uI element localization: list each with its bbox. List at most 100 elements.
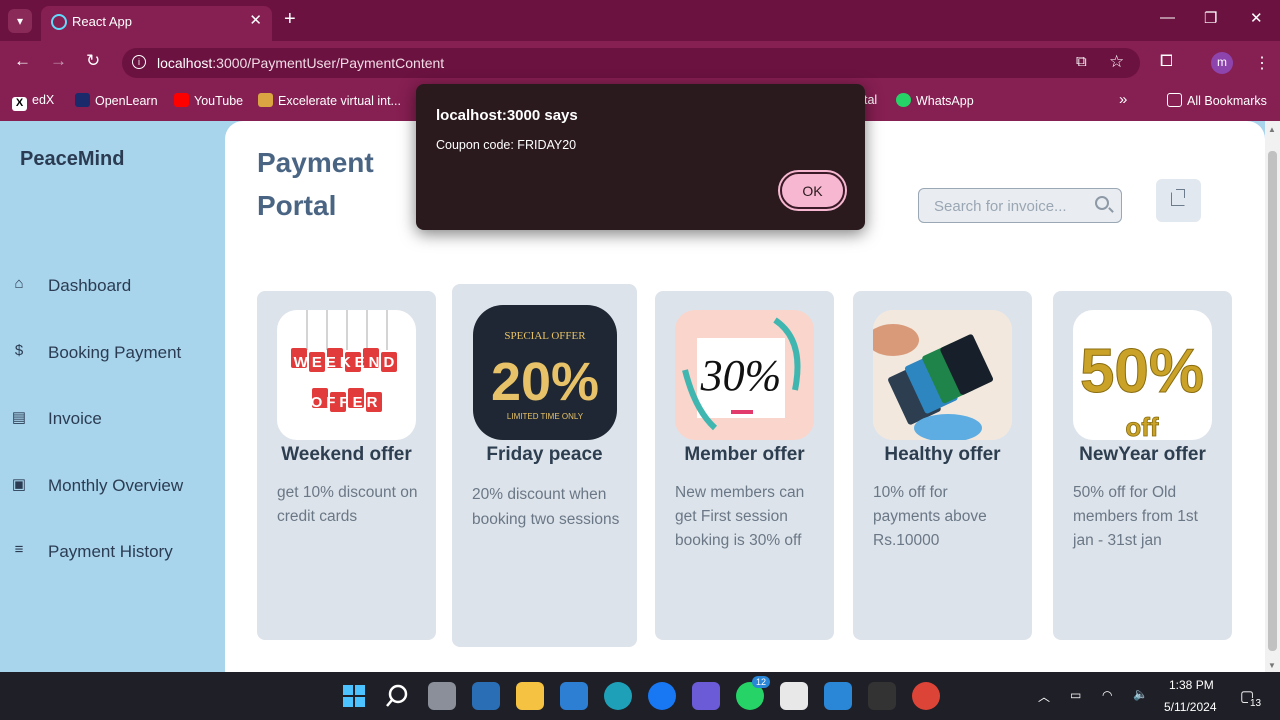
sidebar-item-monthly-overview[interactable]: ▣ Monthly Overview: [0, 467, 225, 507]
logout-button[interactable]: [1156, 179, 1201, 222]
svg-text:off: off: [1125, 412, 1159, 440]
task-view-icon[interactable]: [428, 682, 456, 710]
whatsapp-taskbar-icon[interactable]: 12: [736, 676, 771, 710]
tray-overflow-icon[interactable]: ︿: [1038, 688, 1050, 705]
scroll-up-icon[interactable]: ▲: [1268, 125, 1276, 134]
newyear-offer-image: 50% off: [1073, 310, 1212, 440]
sidebar-item-booking-payment[interactable]: $ Booking Payment: [0, 334, 225, 374]
weekend-offer-image: WEEKEND OFFER: [277, 310, 416, 440]
card-description: get 10% discount on credit cards: [277, 484, 418, 525]
menu-icon[interactable]: ⋮: [1254, 53, 1270, 73]
sidebar: PeaceMind ⌂ Dashboard $ Booking Payment …: [0, 121, 225, 672]
card-title: NewYear offer: [1079, 444, 1206, 465]
history-icon: ≡: [14, 541, 24, 558]
member-offer-image: 30%: [675, 310, 814, 440]
sidebar-item-label: Monthly Overview: [48, 476, 184, 495]
svg-text:WEEKEND: WEEKEND: [294, 354, 399, 371]
minimize-icon[interactable]: —: [1160, 9, 1175, 26]
battery-icon[interactable]: ▭: [1070, 688, 1081, 702]
svg-text:OFFER: OFFER: [311, 394, 382, 411]
bookmarks-overflow-icon[interactable]: »: [1119, 91, 1127, 108]
search-placeholder: Search for invoice...: [934, 198, 1067, 215]
alert-dialog: localhost:3000 says Coupon code: FRIDAY2…: [416, 84, 865, 230]
terminal-icon[interactable]: [868, 682, 896, 710]
offer-card-healthy[interactable]: Healthy offer 10% off for payments above…: [853, 291, 1032, 640]
edge-icon[interactable]: [604, 682, 632, 710]
svg-text:20%: 20%: [491, 352, 599, 412]
extensions-icon[interactable]: ⧠: [1160, 53, 1173, 71]
card-description: 50% off for Old members from 1st jan - 3…: [1073, 484, 1198, 549]
bookmark-excelerate[interactable]: Excelerate virtual int...: [258, 93, 401, 108]
scrollbar-thumb[interactable]: [1268, 151, 1277, 651]
close-tab-icon[interactable]: ✕: [249, 11, 262, 29]
clock-date[interactable]: 5/11/2024: [1164, 700, 1217, 714]
file-explorer-icon[interactable]: [516, 682, 544, 710]
svg-text:LIMITED TIME ONLY: LIMITED TIME ONLY: [507, 412, 584, 421]
bookmark-edx[interactable]: XedX: [12, 93, 54, 111]
volume-icon[interactable]: 🔈: [1133, 687, 1148, 701]
notification-count: 13: [1248, 698, 1264, 709]
store-icon[interactable]: [780, 682, 808, 710]
card-title: Friday peace: [486, 444, 603, 465]
wifi-icon[interactable]: ◠: [1102, 688, 1112, 702]
whatsapp-badge: 12: [752, 676, 771, 688]
bookmark-star-icon[interactable]: ☆: [1109, 52, 1124, 72]
bookmark-whatsapp[interactable]: WhatsApp: [896, 93, 974, 108]
page-scrollbar[interactable]: ▲ ▼: [1265, 121, 1280, 672]
card-title: Weekend offer: [281, 444, 412, 465]
site-info-icon[interactable]: i: [132, 55, 146, 69]
card-description: New members can get First session bookin…: [675, 484, 805, 549]
search-taskbar-icon[interactable]: [384, 682, 412, 710]
sidebar-item-invoice[interactable]: ▤ Invoice: [0, 400, 225, 440]
ok-button[interactable]: OK: [778, 170, 847, 211]
bookmark-youtube[interactable]: YouTube: [174, 93, 243, 108]
sidebar-item-label: Invoice: [48, 409, 102, 428]
healthy-offer-image: [873, 310, 1012, 440]
tab-search-button[interactable]: ▾: [8, 9, 32, 33]
friday-offer-image: SPECIAL OFFER 20% LIMITED TIME ONLY: [473, 305, 617, 440]
back-icon[interactable]: ←: [14, 51, 31, 71]
browser-toolbar: ← → ↻ i localhost:3000/PaymentUser/Payme…: [0, 41, 1280, 85]
all-bookmarks-button[interactable]: All Bookmarks: [1167, 93, 1267, 108]
facebook-icon[interactable]: [648, 682, 676, 710]
start-icon[interactable]: [340, 682, 368, 710]
sidebar-item-payment-history[interactable]: ≡ Payment History: [0, 533, 225, 573]
svg-text:50%: 50%: [1080, 337, 1204, 406]
scroll-down-icon[interactable]: ▼: [1268, 661, 1276, 670]
close-window-icon[interactable]: ✕: [1250, 9, 1263, 27]
bookmark-openlearn[interactable]: OpenLearn: [75, 93, 158, 108]
reload-icon[interactable]: ↻: [86, 51, 100, 71]
sidebar-item-label: Payment History: [48, 542, 173, 561]
todo-icon[interactable]: [824, 682, 852, 710]
visual-studio-icon[interactable]: [692, 682, 720, 710]
widgets-icon[interactable]: [472, 682, 500, 710]
install-app-icon[interactable]: ⧉: [1076, 53, 1087, 70]
offer-card-weekend[interactable]: WEEKEND OFFER Weekend offer get 10% disc…: [257, 291, 436, 640]
address-bar[interactable]: i localhost:3000/PaymentUser/PaymentCont…: [122, 48, 1140, 78]
bookmark-portal[interactable]: tal: [864, 93, 877, 107]
url-text: localhost:3000/PaymentUser/PaymentConten…: [157, 55, 445, 71]
chart-icon: ▣: [11, 476, 27, 493]
dollar-icon: $: [14, 342, 24, 359]
offer-card-member[interactable]: 30% Member offer New members can get Fir…: [655, 291, 834, 640]
restore-icon[interactable]: ❐: [1204, 9, 1217, 27]
chrome-icon[interactable]: [912, 682, 940, 710]
new-tab-button[interactable]: +: [284, 8, 296, 31]
forward-icon[interactable]: →: [50, 51, 67, 71]
clock-time[interactable]: 1:38 PM: [1169, 678, 1214, 692]
browser-tab[interactable]: React App ✕: [41, 6, 272, 41]
sidebar-item-dashboard[interactable]: ⌂ Dashboard: [0, 267, 225, 307]
profile-avatar[interactable]: m: [1211, 52, 1233, 74]
offer-card-friday[interactable]: SPECIAL OFFER 20% LIMITED TIME ONLY Frid…: [452, 284, 637, 647]
logout-icon: [1171, 189, 1185, 206]
windows-taskbar: 12 ︿ ▭ ◠ 🔈 1:38 PM 5/11/2024 ▢ 13: [0, 672, 1280, 720]
svg-text:30%: 30%: [700, 351, 782, 400]
card-description: 20% discount when booking two sessions: [472, 486, 620, 528]
react-icon: [51, 14, 67, 30]
search-icon[interactable]: [1095, 196, 1109, 210]
dialog-heading: localhost:3000 says: [436, 107, 578, 124]
mail-icon[interactable]: [560, 682, 588, 710]
offer-card-newyear[interactable]: 50% off NewYear offer 50% off for Old me…: [1053, 291, 1232, 640]
search-input[interactable]: Search for invoice...: [918, 188, 1122, 223]
dialog-message: Coupon code: FRIDAY20: [436, 138, 577, 152]
